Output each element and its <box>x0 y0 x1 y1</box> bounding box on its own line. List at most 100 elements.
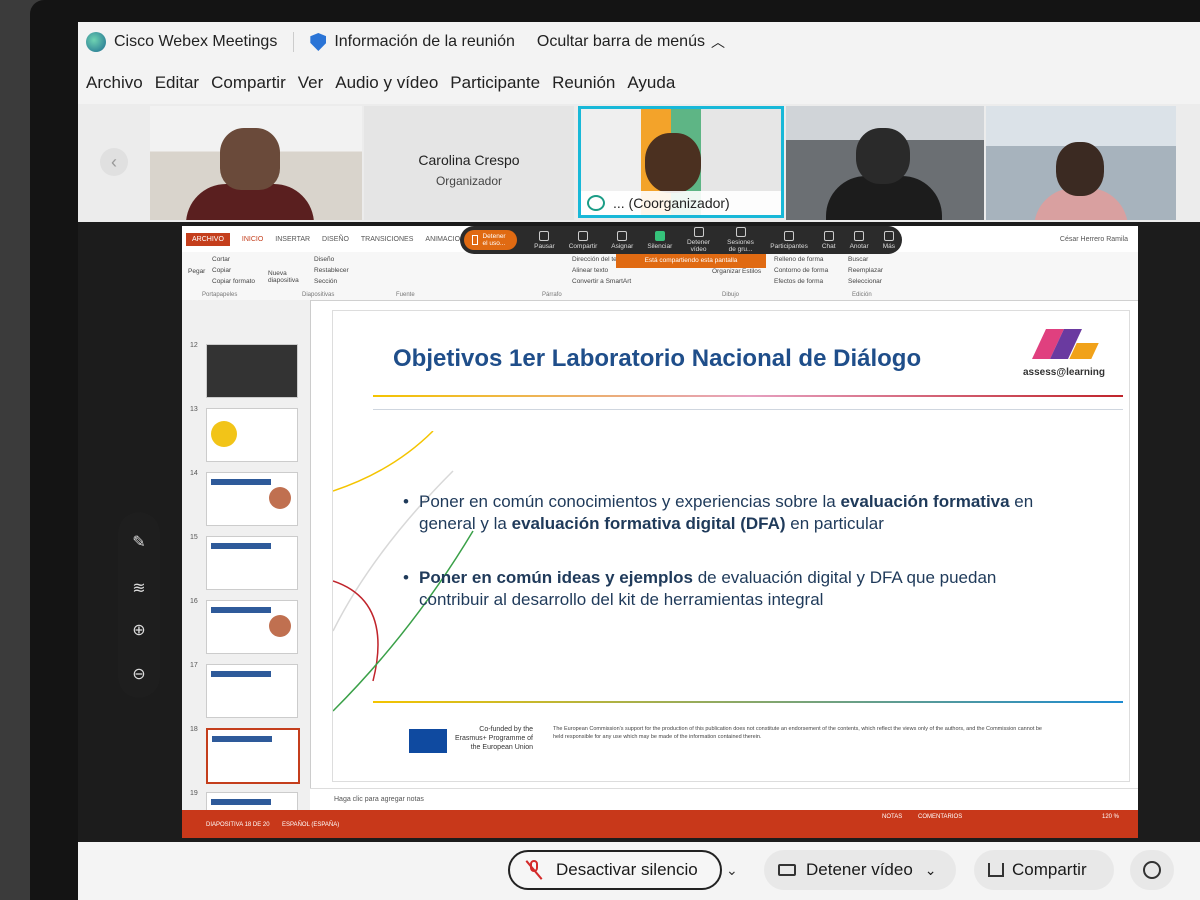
find-button[interactable]: Buscar <box>848 256 868 263</box>
chat-button[interactable]: Chat <box>821 230 836 250</box>
styles-button[interactable]: Estilos <box>742 268 761 275</box>
thumbnail-image <box>206 600 298 654</box>
tab-diseno[interactable]: DISEÑO <box>322 236 349 243</box>
slide-counter: DIAPOSITIVA 18 DE 20 <box>206 822 270 828</box>
notes-toggle[interactable]: NOTAS <box>882 814 902 820</box>
menu-participante[interactable]: Participante <box>450 73 540 93</box>
language-indicator: ESPAÑOL (ESPAÑA) <box>282 822 340 828</box>
logo-text: assess@learning <box>1023 367 1106 378</box>
breakout-button[interactable]: Sesiones de gru... <box>725 227 756 253</box>
participants-button[interactable]: Participantes <box>770 230 808 250</box>
menu-compartir[interactable]: Compartir <box>211 73 286 93</box>
share-button[interactable]: Compartir <box>974 850 1114 890</box>
menu-archivo[interactable]: Archivo <box>86 73 143 93</box>
thumbnail-image <box>206 536 298 590</box>
menu-reunion[interactable]: Reunión <box>552 73 615 93</box>
group-label: Diapositivas <box>302 292 335 298</box>
tab-inicio[interactable]: INICIO <box>242 236 263 243</box>
stop-sharing-button[interactable]: Detener el uso... <box>464 230 518 250</box>
divider <box>373 409 1123 410</box>
arrange-button[interactable]: Organizar <box>712 268 741 275</box>
divider <box>293 32 295 52</box>
convert-smartart-button[interactable]: Convertir a SmartArt <box>572 278 631 285</box>
slide-canvas[interactable]: Objetivos 1er Laboratorio Nacional de Di… <box>332 310 1130 782</box>
section-button[interactable]: Sección <box>314 278 337 285</box>
group-label: Portapapeles <box>202 292 238 298</box>
participant-video[interactable] <box>986 106 1176 220</box>
button-label: Más <box>882 242 895 250</box>
powerpoint-window: ARCHIVO INICIO INSERTAR DISEÑO TRANSICIO… <box>182 226 1138 838</box>
menu-audio-video[interactable]: Audio y vídeo <box>335 73 438 93</box>
reactions-button[interactable] <box>1130 850 1174 890</box>
bullet-item: Poner en común ideas y ejemplos de evalu… <box>403 567 1043 611</box>
unmute-label: Desactivar silencio <box>556 860 698 879</box>
shield-icon <box>310 33 327 51</box>
shape-fill-button[interactable]: Relleno de forma <box>774 256 824 263</box>
wifi-icon[interactable]: ≋ <box>130 580 148 598</box>
smiley-icon <box>1143 861 1161 879</box>
share-button[interactable]: Compartir <box>569 230 597 250</box>
layout-button[interactable]: Diseño <box>314 256 334 263</box>
menu-ver[interactable]: Ver <box>298 73 324 93</box>
hide-menu-bar-button[interactable]: Ocultar barra de menús ︿ <box>537 32 725 52</box>
assign-icon <box>617 230 628 241</box>
stop-video-button[interactable]: Detener vídeo <box>686 227 711 253</box>
button-label: Asignar <box>611 242 634 250</box>
zoom-out-icon[interactable]: ⊖ <box>130 666 148 684</box>
meeting-info-button[interactable]: Información de la reunión <box>310 33 515 51</box>
audio-options-chevron[interactable]: ⌄ <box>726 850 748 890</box>
shape-effects-button[interactable]: Efectos de forma <box>774 278 823 285</box>
button-label: Silenciar <box>647 242 673 250</box>
reset-button[interactable]: Restablecer <box>314 267 349 274</box>
button-label: Chat <box>821 242 836 250</box>
paste-button[interactable]: Pegar <box>188 268 205 275</box>
copy-button[interactable]: Copiar <box>212 267 231 274</box>
organizer-card[interactable]: Carolina Crespo Organizador <box>364 106 574 220</box>
thumbnail-image <box>206 408 298 462</box>
webex-logo-icon <box>86 32 106 52</box>
new-slide-button[interactable]: Nueva diapositiva <box>268 270 299 284</box>
mute-button[interactable]: Silenciar <box>647 230 673 250</box>
thumbnail-title-bar <box>211 543 271 549</box>
cut-button[interactable]: Cortar <box>212 256 230 263</box>
format-painter-button[interactable]: Copiar formato <box>212 278 255 285</box>
participant-video[interactable] <box>150 106 362 220</box>
button-label: Anotar <box>849 242 869 250</box>
pen-icon[interactable]: ✎ <box>130 534 148 552</box>
assign-button[interactable]: Asignar <box>611 230 634 250</box>
unmute-button[interactable]: Desactivar silencio <box>508 850 722 890</box>
menu-ayuda[interactable]: Ayuda <box>627 73 675 93</box>
active-speaker-video[interactable]: ... (Coorganizador) <box>578 106 784 218</box>
select-button[interactable]: Seleccionar <box>848 278 882 285</box>
more-button[interactable]: Más <box>882 230 895 250</box>
annotate-button[interactable]: Anotar <box>849 230 869 250</box>
tab-transiciones[interactable]: TRANSICIONES <box>361 236 414 243</box>
align-text-button[interactable]: Alinear texto <box>572 267 608 274</box>
screen: Cisco Webex Meetings Información de la r… <box>78 22 1200 900</box>
notes-field[interactable]: Haga clic para agregar notas <box>310 788 1138 810</box>
zoom-level[interactable]: 120 % <box>1102 814 1119 820</box>
title-underline <box>373 395 1123 397</box>
share-label: Compartir <box>1012 860 1087 879</box>
participant-video[interactable] <box>786 106 984 220</box>
replace-button[interactable]: Reemplazar <box>848 267 883 274</box>
thumbnail-number: 17 <box>190 662 198 669</box>
shape-outline-button[interactable]: Contorno de forma <box>774 267 828 274</box>
status-bar: DIAPOSITIVA 18 DE 20 ESPAÑOL (ESPAÑA) NO… <box>182 810 1138 838</box>
pause-button[interactable]: Pausar <box>534 230 555 250</box>
menu-editar[interactable]: Editar <box>155 73 199 93</box>
eu-cofunded-text: Co-funded by the Erasmus+ Programme of t… <box>455 726 533 751</box>
comments-toggle[interactable]: COMENTARIOS <box>918 814 962 820</box>
thumbnail-title-bar <box>211 799 271 805</box>
slide-title: Objetivos 1er Laboratorio Nacional de Di… <box>393 345 922 372</box>
thumbnail-number: 19 <box>190 790 198 797</box>
tab-archivo[interactable]: ARCHIVO <box>186 232 230 246</box>
chevron-left-icon[interactable]: ‹ <box>100 148 128 176</box>
tab-insertar[interactable]: INSERTAR <box>275 236 310 243</box>
stop-video-button[interactable]: Detener vídeo ⌄ <box>764 850 956 890</box>
chevron-down-icon[interactable]: ⌄ <box>925 862 937 879</box>
people-icon <box>784 230 795 241</box>
meeting-controls: Desactivar silencio ⌄ Detener vídeo ⌄ Co… <box>78 842 1200 900</box>
ellipsis-icon <box>883 230 894 241</box>
zoom-in-icon[interactable]: ⊕ <box>130 622 148 640</box>
